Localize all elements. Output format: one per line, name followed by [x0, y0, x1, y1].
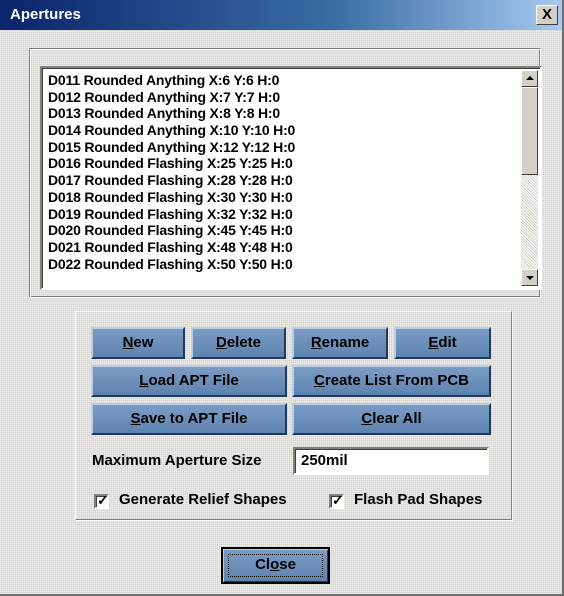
list-item[interactable]: D017 Rounded Flashing X:28 Y:28 H:0 — [48, 172, 518, 189]
generate-relief-shapes-label[interactable]: Generate Relief Shapes — [119, 491, 287, 508]
close-button[interactable]: Close — [221, 547, 330, 584]
create-list-from-pcb-button[interactable]: Create List From PCB — [292, 365, 491, 397]
flash-pad-shapes-label[interactable]: Flash Pad Shapes — [354, 491, 482, 508]
list-item[interactable]: D018 Rounded Flashing X:30 Y:30 H:0 — [48, 189, 518, 206]
clear-all-accel: C — [361, 410, 373, 427]
list-item[interactable]: D011 Rounded Anything X:6 Y:6 H:0 — [48, 72, 518, 89]
list-item[interactable]: D020 Rounded Flashing X:45 Y:45 H:0 — [48, 222, 518, 239]
list-item[interactable]: D012 Rounded Anything X:7 Y:7 H:0 — [48, 89, 518, 106]
arrow-up-icon — [526, 76, 534, 80]
list-item[interactable]: D019 Rounded Flashing X:32 Y:32 H:0 — [48, 206, 518, 223]
max-aperture-size-label: Maximum Aperture Size — [92, 452, 262, 469]
rename-button-label: ename — [321, 334, 370, 351]
max-aperture-size-input[interactable]: 250mil — [293, 447, 489, 475]
edit-button[interactable]: Edit — [394, 327, 491, 359]
aperture-listbox[interactable]: D011 Rounded Anything X:6 Y:6 H:0 D012 Ro… — [40, 66, 542, 290]
delete-button-label: elete — [226, 334, 262, 351]
new-button[interactable]: New — [91, 327, 185, 359]
focus-rectangle — [228, 554, 323, 577]
save-apt-label: ave to APT File — [140, 410, 248, 427]
load-apt-file-button[interactable]: Load APT File — [91, 365, 287, 397]
create-list-label: reate List From PCB — [324, 372, 470, 389]
list-scrollbar[interactable] — [521, 70, 538, 286]
clear-all-label: lear All — [372, 410, 422, 427]
list-item[interactable]: D021 Rounded Flashing X:48 Y:48 H:0 — [48, 239, 518, 256]
edit-button-label: dit — [438, 334, 457, 351]
checkmark-icon: ✓ — [97, 492, 109, 508]
save-apt-accel: S — [130, 410, 141, 427]
list-item[interactable]: D022 Rounded Flashing X:50 Y:50 H:0 — [48, 256, 518, 273]
new-button-label: ew — [133, 334, 154, 351]
scroll-up-button[interactable] — [521, 70, 538, 87]
scroll-down-button[interactable] — [521, 269, 538, 286]
close-icon[interactable]: X — [536, 5, 558, 25]
list-item[interactable]: D014 Rounded Anything X:10 Y:10 H:0 — [48, 122, 518, 139]
clear-all-button[interactable]: Clear All — [292, 403, 491, 435]
delete-button[interactable]: Delete — [191, 327, 286, 359]
apertures-dialog: Apertures X D011 Rounded Anything X:6 Y:… — [0, 0, 564, 596]
checkmark-icon: ✓ — [332, 492, 344, 508]
title-bar[interactable]: Apertures X — [0, 0, 562, 30]
create-list-accel: C — [313, 372, 325, 389]
flash-pad-shapes-checkbox[interactable]: ✓ — [329, 492, 344, 509]
save-to-apt-file-button[interactable]: Save to APT File — [91, 403, 287, 435]
delete-button-accel: D — [215, 334, 227, 351]
list-item[interactable]: D015 Rounded Anything X:12 Y:12 H:0 — [48, 139, 518, 156]
load-apt-label: oad APT File — [148, 372, 239, 389]
aperture-list-items: D011 Rounded Anything X:6 Y:6 H:0 D012 Ro… — [48, 72, 518, 272]
edit-button-accel: E — [428, 334, 439, 351]
scroll-thumb[interactable] — [521, 87, 538, 175]
arrow-down-icon — [526, 276, 534, 280]
list-item[interactable]: D013 Rounded Anything X:8 Y:8 H:0 — [48, 105, 518, 122]
rename-button-accel: R — [310, 334, 322, 351]
list-item[interactable]: D016 Rounded Flashing X:25 Y:25 H:0 — [48, 155, 518, 172]
generate-relief-shapes-checkbox[interactable]: ✓ — [94, 492, 109, 509]
new-button-accel: N — [122, 334, 134, 351]
window-title: Apertures — [10, 6, 81, 23]
rename-button[interactable]: Rename — [292, 327, 388, 359]
